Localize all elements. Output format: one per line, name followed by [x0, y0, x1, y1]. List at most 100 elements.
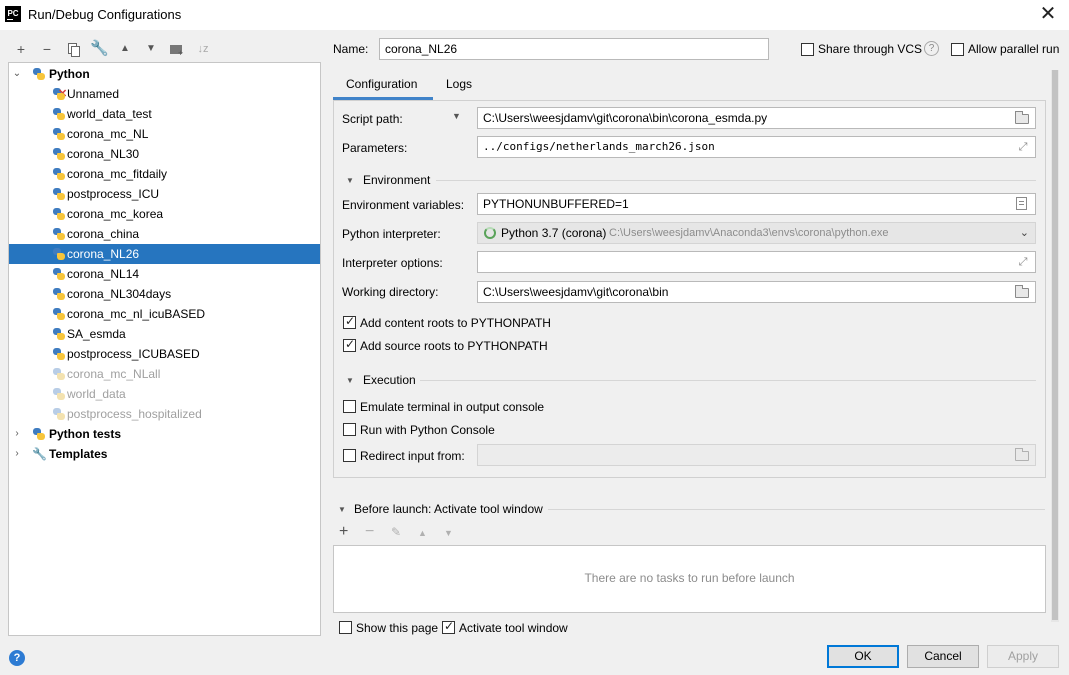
move-down-icon[interactable]: ▼ — [142, 40, 160, 58]
content-roots-checkbox[interactable] — [343, 314, 356, 329]
python-icon — [52, 127, 66, 141]
python-icon — [52, 307, 66, 321]
tree-item-label: corona_mc_NL — [67, 127, 149, 141]
add-task-icon[interactable]: + — [339, 523, 348, 541]
vertical-scrollbar[interactable] — [1051, 70, 1059, 622]
chevron-right-icon[interactable]: › — [11, 424, 23, 444]
python-icon — [52, 107, 66, 121]
dropdown-arrow-icon[interactable]: ▼ — [452, 111, 461, 121]
python-console-checkbox[interactable] — [343, 423, 356, 436]
tree-item[interactable]: corona_mc_korea — [9, 204, 320, 224]
activate-tool-window-label: Activate tool window — [459, 621, 568, 635]
window-title: Run/Debug Configurations — [28, 7, 182, 22]
tree-item[interactable]: postprocess_ICU — [9, 184, 320, 204]
tree-item-label: world_data — [67, 387, 126, 401]
tree-item[interactable]: corona_NL304days — [9, 284, 320, 304]
chevron-down-icon[interactable]: ▼ — [346, 376, 354, 385]
script-path-input[interactable]: C:\Users\weesjdamv\git\corona\bin\corona… — [477, 107, 1036, 129]
copy-icon[interactable] — [64, 40, 82, 58]
name-input[interactable]: corona_NL26 — [379, 38, 769, 60]
chevron-down-icon[interactable]: ▼ — [346, 176, 354, 185]
tree-item[interactable]: corona_china — [9, 224, 320, 244]
close-icon[interactable]: ✕ — [1037, 3, 1059, 25]
tree-item[interactable]: world_data_test — [9, 104, 320, 124]
expand-icon[interactable]: ⤢ — [1016, 255, 1030, 269]
allow-parallel-checkbox[interactable] — [951, 43, 964, 56]
python-icon — [52, 327, 66, 341]
chevron-down-icon[interactable]: ⌄ — [11, 64, 23, 84]
before-launch-task-list[interactable]: There are no tasks to run before launch — [333, 545, 1046, 613]
edit-env-vars-icon[interactable] — [1016, 197, 1027, 210]
remove-icon[interactable]: − — [38, 40, 56, 58]
tree-item[interactable]: postprocess_ICUBASED — [9, 344, 320, 364]
tab-logs[interactable]: Logs — [446, 77, 472, 91]
script-path-label: Script path: — [342, 112, 403, 126]
tree-item-temporary[interactable]: postprocess_hospitalized — [9, 404, 320, 424]
tree-group-label: Templates — [49, 447, 108, 461]
wrench-icon[interactable]: 🔧 — [90, 40, 109, 58]
new-folder-icon[interactable]: + — [168, 40, 186, 58]
ok-button[interactable]: OK — [827, 645, 899, 668]
expand-icon[interactable]: ⤢ — [1016, 140, 1030, 154]
share-vcs-label: Share through VCS — [818, 42, 923, 56]
tree-item[interactable]: corona_mc_fitdaily — [9, 164, 320, 184]
help-icon[interactable]: ? — [924, 41, 939, 56]
configurations-tree[interactable]: ⌄ Python ✕ Unnamed world_data_test coron… — [8, 62, 321, 636]
tree-group-python[interactable]: ⌄ Python — [9, 64, 320, 84]
move-up-icon[interactable]: ▲ — [116, 40, 134, 58]
python-interpreter-icon — [484, 227, 496, 239]
source-roots-checkbox[interactable] — [343, 337, 356, 352]
apply-button: Apply — [987, 645, 1059, 668]
add-icon[interactable]: + — [12, 40, 30, 58]
chevron-down-icon[interactable]: ⌄ — [1020, 223, 1029, 243]
emulate-terminal-checkbox[interactable] — [343, 400, 356, 413]
redirect-input-field — [477, 444, 1036, 466]
folder-icon[interactable] — [1015, 111, 1029, 124]
tree-group-label: Python — [49, 67, 90, 81]
env-vars-input[interactable]: PYTHONUNBUFFERED=1 — [477, 193, 1036, 215]
tree-item-label: postprocess_ICUBASED — [67, 347, 200, 361]
cancel-button[interactable]: Cancel — [907, 645, 979, 668]
interpreter-options-label: Interpreter options: — [342, 256, 443, 270]
redirect-input-checkbox[interactable] — [343, 449, 356, 462]
working-dir-input[interactable]: C:\Users\weesjdamv\git\corona\bin — [477, 281, 1036, 303]
tree-item-label: corona_NL26 — [67, 247, 140, 261]
chevron-down-icon[interactable]: ▼ — [338, 505, 346, 514]
share-vcs-checkbox[interactable] — [801, 43, 814, 56]
python-icon — [52, 367, 66, 381]
tree-item[interactable]: corona_NL30 — [9, 144, 320, 164]
tree-item[interactable]: corona_mc_nl_icuBASED — [9, 304, 320, 324]
environment-section-title: Environment — [363, 173, 431, 187]
activate-tool-window-checkbox[interactable] — [442, 619, 455, 634]
tree-item-label: Unnamed — [67, 87, 120, 101]
tree-item-temporary[interactable]: world_data — [9, 384, 320, 404]
interpreter-select[interactable]: Python 3.7 (corona) C:\Users\weesjdamv\A… — [477, 222, 1036, 244]
sort-icon: ↓z — [197, 43, 209, 55]
scrollbar-thumb[interactable] — [1052, 70, 1058, 620]
tree-item-temporary[interactable]: corona_mc_NLall — [9, 364, 320, 384]
tab-configuration[interactable]: Configuration — [346, 77, 417, 91]
tree-item-unnamed[interactable]: ✕ Unnamed — [9, 84, 320, 104]
tree-item-label: corona_NL30 — [67, 147, 140, 161]
tree-item-label: corona_NL304days — [67, 287, 172, 301]
show-page-label: Show this page — [356, 621, 439, 635]
tree-group-templates[interactable]: › 🔧 Templates — [9, 444, 320, 464]
chevron-right-icon[interactable]: › — [11, 444, 23, 464]
tree-group-python-tests[interactable]: › Python tests — [9, 424, 320, 444]
execution-section-title: Execution — [363, 373, 416, 387]
python-icon — [52, 247, 66, 261]
python-icon — [52, 187, 66, 201]
tree-item-selected[interactable]: corona_NL26 — [9, 244, 320, 264]
tree-item[interactable]: corona_NL14 — [9, 264, 320, 284]
parameters-input[interactable]: ../configs/netherlands_march26.json — [477, 136, 1036, 158]
tree-item[interactable]: corona_mc_NL — [9, 124, 320, 144]
allow-parallel-label: Allow parallel run — [968, 42, 1060, 56]
tree-item[interactable]: SA_esmda — [9, 324, 320, 344]
show-page-checkbox[interactable] — [339, 621, 352, 634]
folder-icon[interactable] — [1015, 285, 1029, 298]
help-icon[interactable]: ? — [9, 650, 25, 666]
parameters-label: Parameters: — [342, 141, 408, 155]
interpreter-options-input[interactable] — [477, 251, 1036, 273]
name-label: Name: — [333, 42, 369, 56]
python-tests-icon — [32, 427, 46, 441]
